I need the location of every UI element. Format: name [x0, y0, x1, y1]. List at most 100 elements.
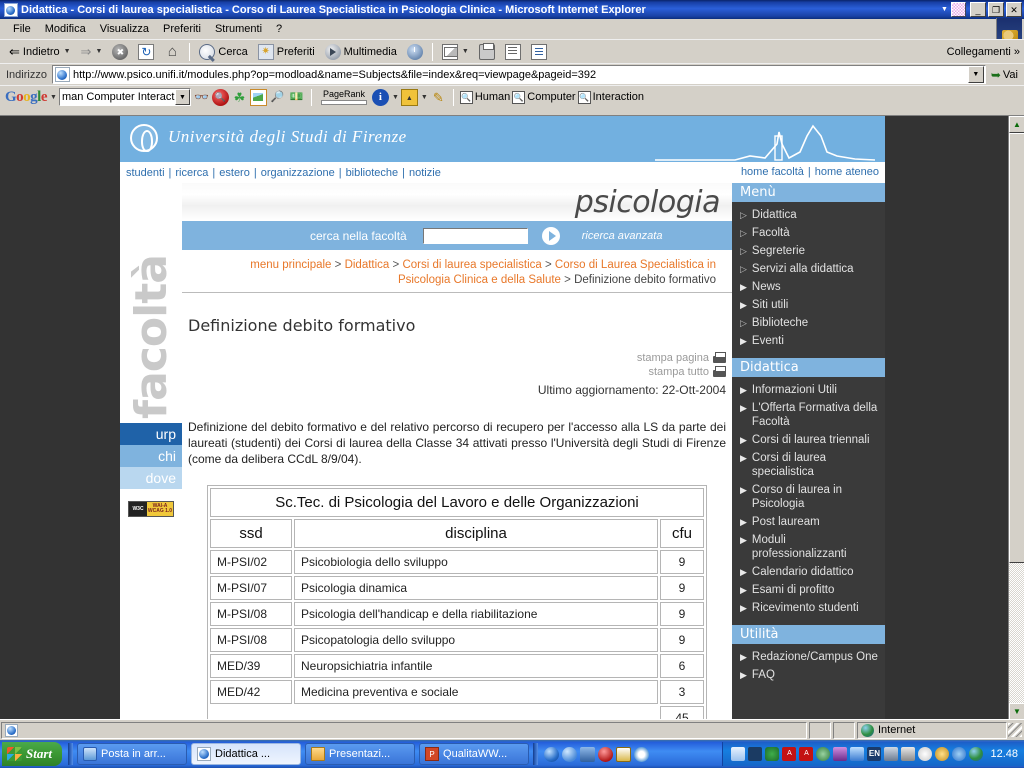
- topnav-biblioteche[interactable]: biblioteche: [346, 167, 399, 179]
- history-button[interactable]: [402, 42, 428, 62]
- menu-modifica[interactable]: Modifica: [38, 21, 93, 37]
- menu-file[interactable]: File: [6, 21, 38, 37]
- sidebar-item-corsi-laurea-triennali[interactable]: ▶ Corsi di laurea triennali: [732, 431, 885, 449]
- edit-button[interactable]: [500, 42, 526, 62]
- left-tab-dove[interactable]: dove: [120, 467, 182, 489]
- scanner-icon[interactable]: [884, 747, 899, 761]
- chevron-right-icon[interactable]: »: [1014, 46, 1020, 58]
- print-button[interactable]: [474, 42, 500, 62]
- menu-strumenti[interactable]: Strumenti: [208, 21, 269, 37]
- media-button[interactable]: Multimedia: [320, 42, 402, 62]
- chevron-down-icon[interactable]: ▼: [64, 48, 71, 55]
- refresh-quicklaunch-icon[interactable]: [634, 746, 650, 762]
- sidebar-item-faq[interactable]: ▶ FAQ: [732, 666, 885, 684]
- sidebar-item-biblioteche[interactable]: ▷ Biblioteche: [732, 314, 885, 332]
- accessibility-icon[interactable]: [850, 747, 865, 761]
- left-tab-urp[interactable]: urp: [120, 423, 182, 445]
- taskbar-item-posta[interactable]: Posta in arr...: [77, 743, 188, 765]
- scrollbar-thumb[interactable]: [1009, 133, 1024, 563]
- mail-button[interactable]: ▼: [437, 42, 474, 62]
- autolink-icon[interactable]: [231, 89, 248, 106]
- media-tray-icon[interactable]: [833, 747, 848, 761]
- sidebar-item-offerta-formativa[interactable]: ▶ L'Offerta Formativa della Facoltà: [732, 399, 885, 431]
- restore-button[interactable]: ❐: [988, 2, 1004, 17]
- topnav-studenti[interactable]: studenti: [126, 167, 165, 179]
- highlight-word-human[interactable]: 🔍 Human: [459, 90, 510, 104]
- topnav-ricerca[interactable]: ricerca: [175, 167, 208, 179]
- news-icon[interactable]: [269, 89, 286, 106]
- taskbar-item-didattica[interactable]: Didattica ...: [191, 743, 302, 765]
- left-tab-chi[interactable]: chi: [120, 445, 182, 467]
- sidebar-item-eventi[interactable]: ▶ Eventi: [732, 332, 885, 350]
- updates-icon[interactable]: [935, 747, 950, 761]
- stop-button[interactable]: [107, 42, 133, 62]
- chevron-down-icon[interactable]: ▼: [421, 94, 428, 101]
- sidebar-item-post-lauream[interactable]: ▶ Post lauream: [732, 513, 885, 531]
- topnav-notizie[interactable]: notizie: [409, 167, 441, 179]
- sidebar-item-informazioni-utili[interactable]: ▶ Informazioni Utili: [732, 381, 885, 399]
- close-button[interactable]: ✕: [1006, 2, 1022, 17]
- highlight-icon[interactable]: [430, 89, 447, 106]
- breadcrumb-item-1[interactable]: Didattica: [345, 259, 390, 271]
- print-all-link-row[interactable]: stampa tutto: [182, 365, 726, 379]
- network-quicklaunch-icon[interactable]: [580, 746, 596, 762]
- discuss-button[interactable]: [526, 42, 552, 62]
- volume-icon[interactable]: [731, 747, 746, 761]
- menu-help[interactable]: ?: [269, 21, 289, 37]
- print-page-link-row[interactable]: stampa pagina: [182, 351, 726, 365]
- page-scrollbar-vertical[interactable]: ▲ ▼: [1008, 116, 1024, 719]
- highlight-word-computer[interactable]: 🔍 Computer: [512, 90, 576, 104]
- clover-tray-icon[interactable]: [765, 747, 780, 761]
- topnav-organizzazione[interactable]: organizzazione: [261, 167, 335, 179]
- taskbar-item-presentazioni[interactable]: Presentazi...: [305, 743, 416, 765]
- search-site-icon[interactable]: [193, 89, 210, 106]
- sidebar-item-news[interactable]: ▶ News: [732, 278, 885, 296]
- language-icon[interactable]: EN: [867, 747, 882, 761]
- froogle-icon[interactable]: [288, 89, 305, 106]
- start-button[interactable]: Start: [2, 742, 63, 766]
- window-pattern-button[interactable]: [951, 2, 966, 17]
- battery-icon[interactable]: [901, 747, 916, 761]
- taskbar-item-qualita[interactable]: P QualitaWW...: [419, 743, 530, 765]
- topnav-estero[interactable]: estero: [219, 167, 250, 179]
- highlight-word-interaction[interactable]: 🔍 Interaction: [577, 90, 644, 104]
- breadcrumb-item-2[interactable]: Corsi di laurea specialistica: [402, 259, 541, 271]
- forward-button[interactable]: ⇒ ▼: [76, 43, 108, 60]
- go-button[interactable]: ➥ Vai: [988, 68, 1024, 82]
- search-button[interactable]: Cerca: [194, 42, 252, 62]
- sidebar-item-facolta[interactable]: ▷ Facoltà: [732, 224, 885, 242]
- back-button[interactable]: ⇐ Indietro ▼: [4, 43, 76, 60]
- scroll-down-button[interactable]: ▼: [1009, 703, 1024, 719]
- display-icon[interactable]: [816, 747, 831, 761]
- menu-preferiti[interactable]: Preferiti: [156, 21, 208, 37]
- faculty-search-go-button[interactable]: [541, 226, 560, 245]
- faculty-search-input[interactable]: [422, 227, 528, 244]
- google-search-input[interactable]: man Computer Interaction ▼: [58, 88, 191, 106]
- shutdown-quicklaunch-icon[interactable]: [598, 746, 614, 762]
- sidebar-item-corsi-laurea-specialistica[interactable]: ▶ Corsi di laurea specialistica: [732, 449, 885, 481]
- favorites-button[interactable]: Preferiti: [253, 42, 320, 62]
- sidebar-item-calendario-didattico[interactable]: ▶ Calendario didattico: [732, 563, 885, 581]
- upload-icon[interactable]: [400, 88, 418, 106]
- topnav-home-ateneo[interactable]: home ateneo: [815, 166, 879, 178]
- topnav-home-facolta[interactable]: home facoltà: [741, 166, 804, 178]
- advanced-search-link[interactable]: ricerca avanzata: [582, 230, 663, 242]
- ati-icon-1[interactable]: A: [782, 747, 797, 761]
- taskbar-clock[interactable]: 12.48: [990, 748, 1018, 760]
- security-zone-cell[interactable]: Internet: [857, 721, 1007, 739]
- network-tray-icon[interactable]: [952, 747, 967, 761]
- address-dropdown-button[interactable]: ▼: [967, 66, 984, 83]
- links-bar[interactable]: Collegamenti »: [947, 46, 1020, 58]
- images-icon[interactable]: [249, 88, 267, 106]
- chevron-down-icon[interactable]: ▼: [392, 94, 399, 101]
- refresh-button[interactable]: [133, 42, 159, 62]
- page-info-icon[interactable]: [371, 88, 389, 106]
- sidebar-item-servizi-alla-didattica[interactable]: ▷ Servizi alla didattica: [732, 260, 885, 278]
- sidebar-item-ricevimento-studenti[interactable]: ▶ Ricevimento studenti: [732, 599, 885, 617]
- globe-tray-icon[interactable]: [969, 747, 984, 761]
- chevron-down-icon[interactable]: ▼: [174, 89, 190, 105]
- google-menu-chevron-icon[interactable]: ▼: [50, 94, 57, 101]
- chevron-down-icon[interactable]: ▼: [462, 48, 469, 55]
- sidebar-item-didattica[interactable]: ▷ Didattica: [732, 206, 885, 224]
- popup-blocker-icon[interactable]: [211, 88, 229, 106]
